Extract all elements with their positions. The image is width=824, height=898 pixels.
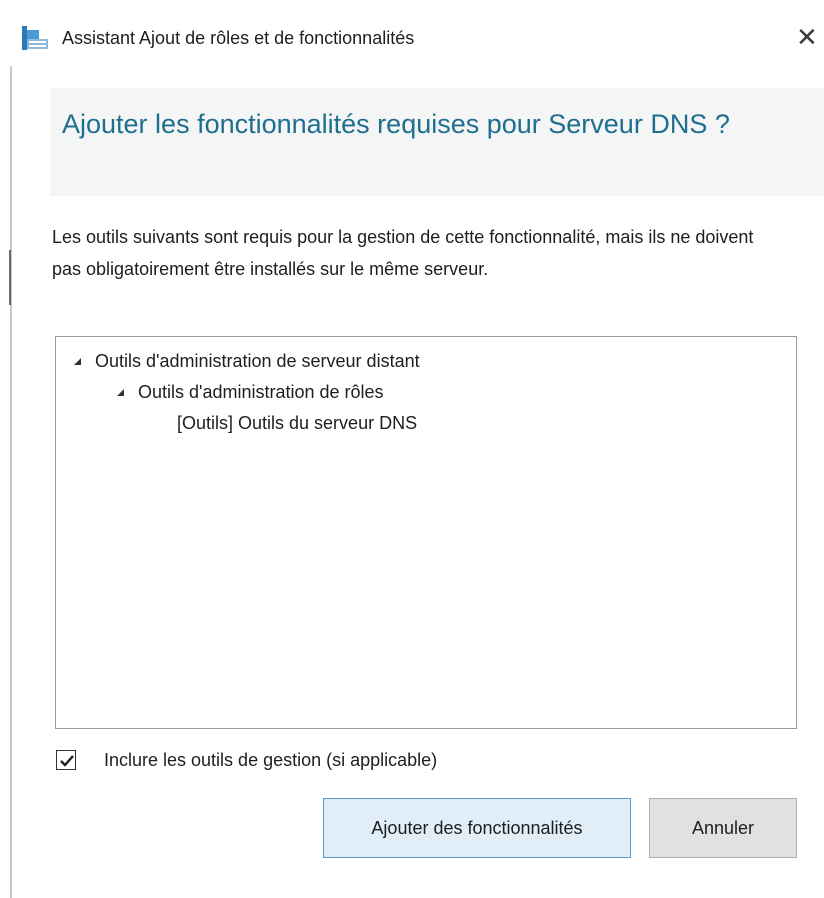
- close-icon[interactable]: ✕: [796, 22, 824, 52]
- tree-expanded-arrow-icon[interactable]: [117, 389, 124, 396]
- tree-item-label: [Outils] Outils du serveur DNS: [177, 413, 418, 433]
- add-features-dialog: Assistant Ajout de rôles et de fonctionn…: [0, 0, 824, 898]
- tree-item-dns-server-tools[interactable]: [Outils] Outils du serveur DNS: [177, 411, 417, 435]
- tree-item-label: Outils d'administration de rôles: [138, 382, 384, 402]
- required-features-tree[interactable]: Outils d'administration de serveur dista…: [55, 336, 797, 729]
- tree-expanded-arrow-icon[interactable]: [74, 358, 81, 365]
- dialog-description: Les outils suivants sont requis pour la …: [52, 227, 754, 279]
- tree-item-remote-admin-tools[interactable]: Outils d'administration de serveur dista…: [74, 349, 420, 373]
- tree-item-role-admin-tools[interactable]: Outils d'administration de rôles: [117, 380, 384, 404]
- include-tools-checkbox[interactable]: [56, 750, 76, 770]
- title-bar: Assistant Ajout de rôles et de fonctionn…: [0, 0, 824, 66]
- window-left-edge-accent: [9, 250, 11, 305]
- add-features-button[interactable]: Ajouter des fonctionnalités: [323, 798, 631, 858]
- window-title: Assistant Ajout de rôles et de fonctionn…: [62, 28, 415, 48]
- include-tools-label[interactable]: Inclure les outils de gestion (si applic…: [104, 748, 437, 772]
- tree-item-label: Outils d'administration de serveur dista…: [95, 351, 420, 371]
- window-left-edge: [10, 66, 12, 898]
- dialog-heading: Ajouter les fonctionnalités requises pou…: [62, 109, 730, 139]
- cancel-button[interactable]: Annuler: [649, 798, 797, 858]
- checkmark-icon: [60, 755, 74, 767]
- server-manager-wizard-icon: [22, 26, 48, 50]
